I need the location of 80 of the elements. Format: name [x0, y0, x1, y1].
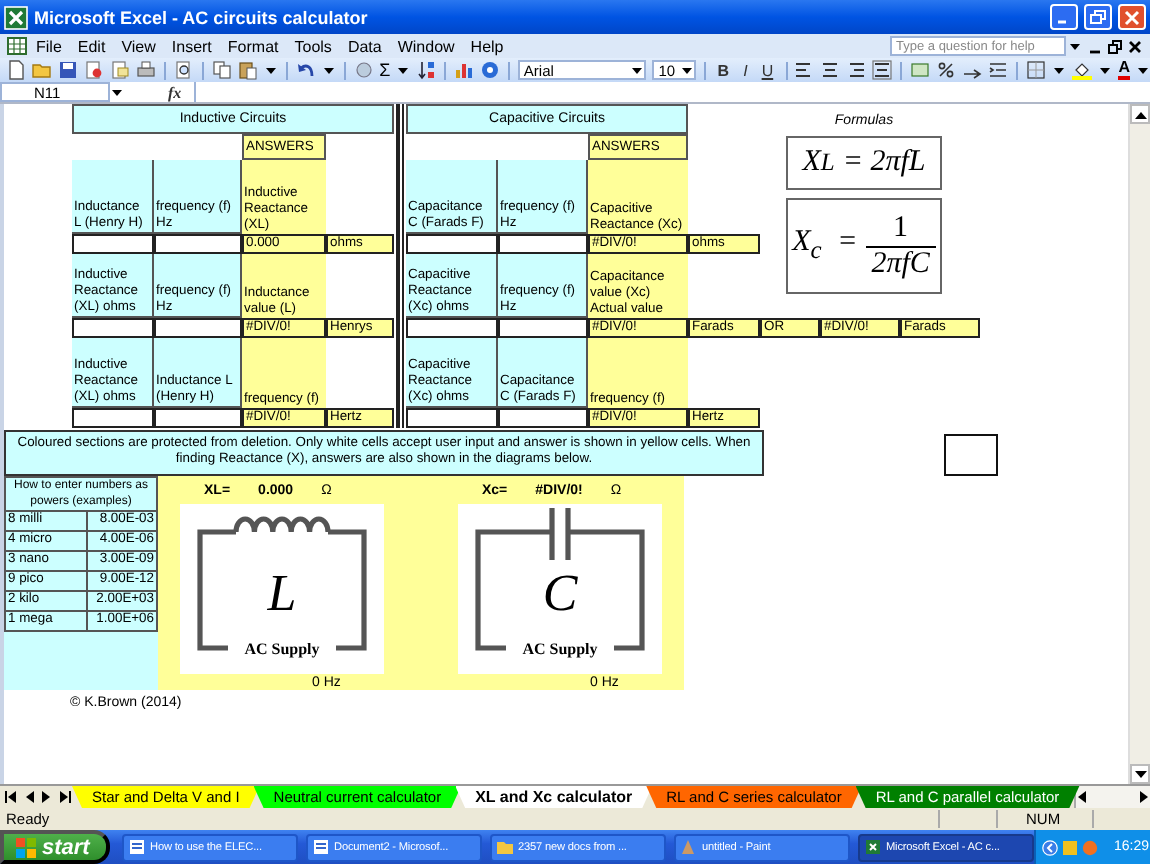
supply-label: AC Supply	[244, 640, 320, 658]
chart-icon[interactable]	[454, 60, 475, 80]
excel-icon	[864, 838, 882, 856]
menu-item[interactable]: Window	[389, 37, 463, 55]
dropdown-caret-icon[interactable]	[679, 63, 694, 77]
menu-item[interactable]: Help	[462, 37, 512, 55]
scroll-right-icon[interactable]	[1138, 790, 1150, 804]
bold-button[interactable]: B	[713, 61, 734, 79]
input-cell[interactable]	[154, 408, 242, 428]
denominator: 2πfC	[865, 245, 936, 281]
input-cell[interactable]	[406, 234, 498, 254]
menu-item[interactable]: Edit	[69, 37, 114, 55]
fill-color-icon[interactable]	[1072, 60, 1093, 80]
borders-icon[interactable]	[1026, 60, 1047, 80]
input-cell[interactable]	[154, 234, 242, 254]
sort-icon[interactable]	[416, 60, 437, 80]
dropdown-caret-icon[interactable]	[321, 63, 336, 77]
menu-item[interactable]: Tools	[286, 37, 340, 55]
input-cell[interactable]	[72, 408, 154, 428]
horizontal-scrollbar[interactable]	[1073, 786, 1150, 808]
component-symbol: C	[542, 564, 578, 622]
document-icon	[312, 838, 330, 856]
input-cell[interactable]	[498, 408, 588, 428]
input-cell[interactable]	[498, 234, 588, 254]
component-symbol: L	[267, 564, 297, 622]
print-icon[interactable]	[136, 60, 156, 80]
insert-function-button[interactable]: fx	[168, 83, 182, 101]
percent-icon[interactable]	[936, 60, 957, 80]
input-cell[interactable]	[72, 318, 154, 338]
dropdown-caret-icon[interactable]	[263, 63, 278, 77]
close-icon[interactable]	[1128, 39, 1142, 53]
dropdown-caret-icon[interactable]	[630, 63, 645, 77]
autosum-button[interactable]: Σ	[379, 60, 391, 80]
document-icon	[128, 838, 146, 856]
input-cell[interactable]	[406, 408, 498, 428]
input-cell[interactable]	[406, 318, 498, 338]
paint-icon	[680, 838, 698, 856]
folder-icon	[496, 838, 514, 856]
menu-item[interactable]: File	[28, 37, 70, 55]
sheet-tab[interactable]: XL and Xc calculator	[455, 786, 653, 808]
menu-item[interactable]: Data	[339, 37, 390, 55]
input-cell[interactable]	[154, 318, 242, 338]
dropdown-caret-icon[interactable]	[1098, 63, 1113, 77]
align-center-icon[interactable]	[820, 60, 841, 80]
arrow-icon[interactable]	[1042, 839, 1058, 855]
paste-icon[interactable]	[237, 60, 258, 80]
vertical-scrollbar[interactable]	[1128, 104, 1150, 784]
scroll-left-icon[interactable]	[1075, 790, 1088, 804]
menu-item[interactable]: Format	[219, 37, 287, 55]
align-right-icon[interactable]	[846, 60, 867, 80]
merge-center-icon[interactable]	[872, 60, 893, 80]
supply-label: AC Supply	[522, 640, 598, 658]
print-preview-icon[interactable]	[173, 60, 194, 80]
scroll-up-icon[interactable]	[1133, 109, 1147, 119]
dropdown-caret-icon[interactable]	[1136, 63, 1150, 77]
menu-item[interactable]: Insert	[163, 37, 220, 55]
menu-item[interactable]: View	[113, 37, 164, 55]
save-icon[interactable]	[58, 60, 78, 80]
first-sheet-icon[interactable]	[4, 790, 18, 804]
last-sheet-icon[interactable]	[58, 790, 72, 804]
undo-icon[interactable]	[295, 60, 316, 80]
empty-rectangle-shape	[944, 434, 998, 476]
italic-button[interactable]: I	[739, 61, 752, 79]
input-cell[interactable]	[72, 234, 154, 254]
underline-button[interactable]: U	[757, 61, 778, 79]
scroll-down-icon[interactable]	[1133, 769, 1147, 779]
formula-lhs: X$_{c}$ =	[792, 226, 858, 266]
copy-icon[interactable]	[211, 60, 232, 80]
dropdown-caret-icon[interactable]	[396, 63, 411, 77]
help-icon[interactable]	[480, 60, 501, 80]
input-cell[interactable]	[498, 318, 588, 338]
next-sheet-icon[interactable]	[40, 790, 54, 804]
excel-icon	[4, 5, 28, 29]
indent-icon[interactable]	[988, 60, 1009, 80]
workbook-icon[interactable]	[6, 36, 28, 56]
align-left-icon[interactable]	[794, 60, 815, 80]
previous-sheet-icon[interactable]	[22, 790, 36, 804]
restore-icon[interactable]	[1108, 39, 1122, 53]
numerator: 1	[891, 211, 911, 245]
window-title: Microsoft Excel - AC circuits calculator	[34, 7, 368, 27]
